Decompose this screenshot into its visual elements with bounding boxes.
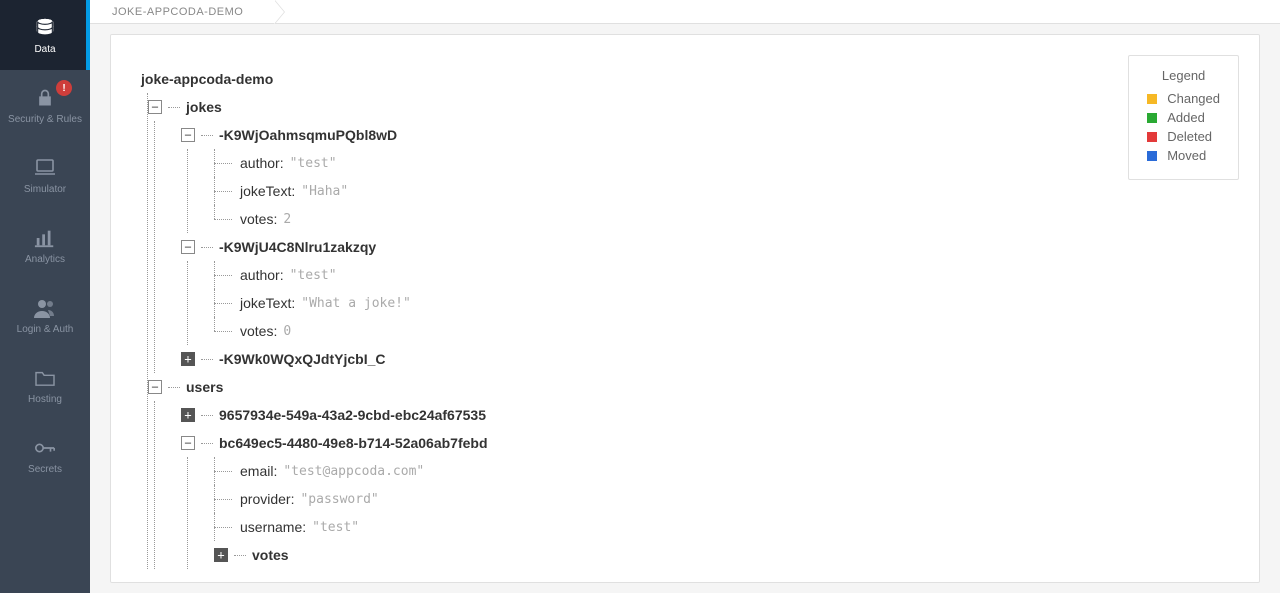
sidebar-item-simulator[interactable]: Simulator — [0, 140, 90, 210]
main-area: JOKE-APPCODA-DEMO Legend Changed Added D… — [90, 0, 1280, 593]
sidebar-item-label: Login & Auth — [17, 324, 74, 335]
tree-leaf-value: 2 — [283, 212, 291, 227]
lock-icon — [35, 86, 55, 110]
database-icon — [34, 16, 56, 40]
tree-leaf-value: "test" — [290, 156, 337, 171]
sidebar: Data ! Security & Rules Simulator Analyt… — [0, 0, 90, 593]
tree-leaf-key: author: — [240, 267, 284, 283]
tree-leaf-key: provider: — [240, 491, 294, 507]
tree-leaf[interactable]: provider: "password" — [214, 485, 1229, 513]
expand-toggle[interactable]: + — [181, 352, 195, 366]
tree-node-key[interactable]: votes — [252, 547, 289, 563]
tree-leaf[interactable]: jokeText: "Haha" — [214, 177, 1229, 205]
tree-leaf[interactable]: username: "test" — [214, 513, 1229, 541]
collapse-toggle[interactable]: − — [148, 380, 162, 394]
laptop-icon — [33, 156, 57, 180]
tree-leaf-key: username: — [240, 519, 306, 535]
tree-leaf-value: "test" — [290, 268, 337, 283]
sidebar-item-analytics[interactable]: Analytics — [0, 210, 90, 280]
tree-leaf-key: jokeText: — [240, 295, 295, 311]
tree-node-votes: + votes — [214, 541, 1229, 569]
tree-leaf-key: votes: — [240, 323, 277, 339]
tree-node-key[interactable]: 9657934e-549a-43a2-9cbd-ebc24af67535 — [219, 407, 486, 423]
tree-node-user: + 9657934e-549a-43a2-9cbd-ebc24af67535 — [181, 401, 1229, 429]
users-icon — [33, 296, 57, 320]
alert-badge: ! — [56, 80, 72, 96]
tree-leaf-value: "test@appcoda.com" — [283, 464, 424, 479]
tree-node-key[interactable]: -K9WjU4C8Nlru1zakzqy — [219, 239, 376, 255]
sidebar-item-label: Hosting — [28, 394, 62, 405]
tree-leaf[interactable]: email: "test@appcoda.com" — [214, 457, 1229, 485]
tree-leaf[interactable]: votes: 2 — [214, 205, 1229, 233]
tree-leaf-value: "password" — [300, 492, 378, 507]
tree-leaf[interactable]: author: "test" — [214, 261, 1229, 289]
tree-node-users: − users + 96579 — [148, 373, 1229, 569]
tree-leaf-key: votes: — [240, 211, 277, 227]
sidebar-item-label: Simulator — [24, 184, 66, 195]
tree-leaf-value: 0 — [283, 324, 291, 339]
breadcrumb: JOKE-APPCODA-DEMO — [90, 0, 1280, 24]
tree-leaf-value: "What a joke!" — [301, 296, 411, 311]
data-panel: Legend Changed Added Deleted Moved joke-… — [110, 34, 1260, 583]
key-icon — [34, 436, 56, 460]
sidebar-item-secrets[interactable]: Secrets — [0, 420, 90, 490]
tree-node-key[interactable]: -K9WjOahmsqmuPQbl8wD — [219, 127, 397, 143]
tree-leaf-key: email: — [240, 463, 277, 479]
sidebar-item-label: Data — [34, 44, 55, 55]
analytics-icon — [34, 226, 56, 250]
sidebar-item-hosting[interactable]: Hosting — [0, 350, 90, 420]
tree-leaf-value: "test" — [312, 520, 359, 535]
tree-node-joke: + -K9Wk0WQxQJdtYjcbI_C — [181, 345, 1229, 373]
tree-node-key[interactable]: -K9Wk0WQxQJdtYjcbI_C — [219, 351, 385, 367]
sidebar-item-login-auth[interactable]: Login & Auth — [0, 280, 90, 350]
tree-node-user: − bc649ec5-4480-49e8-b714-52a06ab7febd — [181, 429, 1229, 569]
tree-leaf-value: "Haha" — [301, 184, 348, 199]
expand-toggle[interactable]: + — [181, 408, 195, 422]
sidebar-item-label: Analytics — [25, 254, 65, 265]
tree-node-key[interactable]: jokes — [186, 99, 222, 115]
tree-node-key[interactable]: joke-appcoda-demo — [141, 71, 273, 87]
sidebar-item-label: Security & Rules — [8, 114, 82, 125]
expand-toggle[interactable]: + — [214, 548, 228, 562]
breadcrumb-separator-icon — [275, 0, 287, 24]
tree-leaf-key: jokeText: — [240, 183, 295, 199]
tree-node-jokes: − jokes − -K9Wj — [148, 93, 1229, 373]
folder-icon — [34, 366, 56, 390]
tree-leaf[interactable]: author: "test" — [214, 149, 1229, 177]
sidebar-item-security[interactable]: ! Security & Rules — [0, 70, 90, 140]
sidebar-item-label: Secrets — [28, 464, 62, 475]
tree-node-key[interactable]: users — [186, 379, 223, 395]
collapse-toggle[interactable]: − — [181, 128, 195, 142]
data-tree: joke-appcoda-demo − jokes — [141, 65, 1229, 569]
tree-root: joke-appcoda-demo − jokes — [141, 65, 1229, 569]
collapse-toggle[interactable]: − — [181, 240, 195, 254]
sidebar-item-data[interactable]: Data — [0, 0, 90, 70]
collapse-toggle[interactable]: − — [148, 100, 162, 114]
collapse-toggle[interactable]: − — [181, 436, 195, 450]
breadcrumb-item[interactable]: JOKE-APPCODA-DEMO — [112, 6, 267, 18]
tree-node-joke: − -K9WjU4C8Nlru1zakzqy autho — [181, 233, 1229, 345]
tree-leaf-key: author: — [240, 155, 284, 171]
tree-node-joke: − -K9WjOahmsqmuPQbl8wD autho — [181, 121, 1229, 233]
tree-leaf[interactable]: jokeText: "What a joke!" — [214, 289, 1229, 317]
tree-leaf[interactable]: votes: 0 — [214, 317, 1229, 345]
tree-node-key[interactable]: bc649ec5-4480-49e8-b714-52a06ab7febd — [219, 435, 488, 451]
